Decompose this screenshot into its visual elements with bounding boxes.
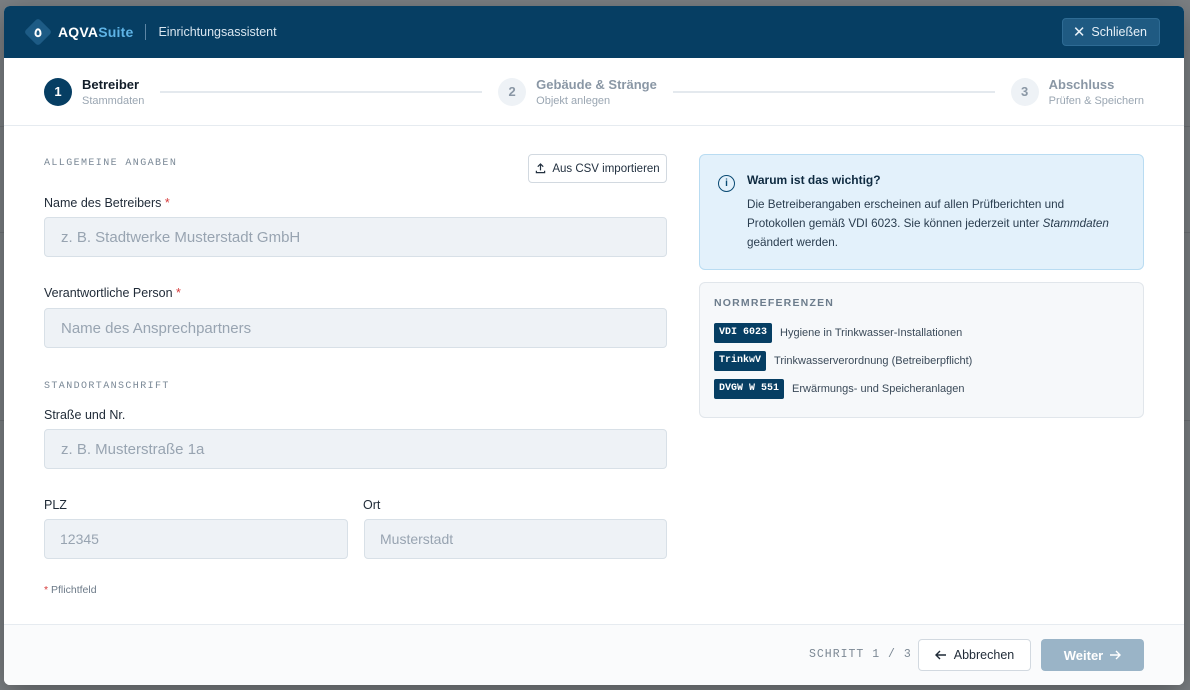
step-connector	[160, 90, 483, 93]
required-field-note: * Pflichtfeld	[44, 584, 97, 596]
required-marker: *	[176, 286, 181, 300]
norm-references-heading: NORMREFERENZEN	[714, 297, 835, 309]
brand-name-part1: AQVA	[58, 24, 99, 40]
responsible-person-placeholder: Name des Ansprechpartners	[61, 319, 252, 337]
norm-references-card: NORMREFERENZEN VDI 6023 Hygiene in Trink…	[699, 282, 1144, 418]
norm-reference-item: VDI 6023 Hygiene in Trinkwasser-Installa…	[714, 319, 1129, 347]
norm-reference-item: DVGW W 551 Erwärmungs- und Speicheranlag…	[714, 375, 1129, 403]
norm-tag: DVGW W 551	[714, 379, 785, 399]
info-text-part2: geändert werden.	[747, 236, 838, 249]
dialog-title: Einrichtungsassistent	[158, 25, 277, 39]
zip-input[interactable]: 12345	[44, 519, 348, 559]
required-marker: *	[44, 584, 49, 596]
close-icon: ✕	[1072, 23, 1086, 41]
operator-name-label: Name des Betreibers *	[44, 196, 170, 210]
dialog-body: ALLGEMEINE ANGABEN Aus CSV importieren N…	[4, 126, 1184, 624]
required-marker: *	[164, 196, 170, 210]
step-number: 3	[1010, 77, 1039, 106]
brand-name: AQVASuite	[58, 24, 133, 40]
norm-description: Hygiene in Trinkwasser-Installationen	[780, 327, 963, 339]
csv-import-label: Aus CSV importieren	[552, 162, 660, 175]
header-separator	[145, 24, 147, 40]
step-subtitle: Prüfen & Speichern	[1048, 94, 1144, 107]
wizard-stepper: 1 Betreiber Stammdaten 2 Gebäude & Strän…	[4, 58, 1184, 126]
operator-name-input[interactable]: z. B. Stadtwerke Musterstadt GmbH	[44, 217, 667, 257]
help-panel: i Warum ist das wichtig? Die Betreiberan…	[699, 154, 1144, 418]
responsible-person-label: Verantwortliche Person *	[44, 286, 181, 300]
brand-name-part2: Suite	[98, 24, 134, 40]
required-field-note-text: Pflichtfeld	[51, 584, 97, 596]
norm-reference-item: TrinkwV Trinkwasserverordnung (Betreiber…	[714, 347, 1129, 375]
dialog-footer: SCHRITT 1 / 3 Abbrechen Weiter	[4, 624, 1184, 685]
step-connector	[672, 90, 995, 93]
step-subtitle: Objekt anlegen	[536, 94, 611, 107]
step-indicator: SCHRITT 1 / 3	[809, 648, 912, 661]
street-input[interactable]: z. B. Musterstraße 1a	[44, 429, 667, 469]
step-abschluss[interactable]: 3 Abschluss Prüfen & Speichern	[1010, 76, 1144, 107]
street-placeholder: z. B. Musterstraße 1a	[61, 440, 205, 458]
cancel-button-label: Abbrechen	[953, 648, 1015, 662]
street-label: Straße und Nr.	[44, 408, 126, 422]
info-title: Warum ist das wichtig?	[747, 173, 881, 187]
next-button[interactable]: Weiter	[1041, 639, 1144, 671]
water-drop-logo-icon	[23, 17, 53, 47]
step-betreiber[interactable]: 1 Betreiber Stammdaten	[44, 77, 144, 107]
responsible-person-input[interactable]: Name des Ansprechpartners	[44, 308, 667, 348]
step-subtitle: Stammdaten	[82, 94, 145, 107]
norm-tag: VDI 6023	[714, 323, 773, 343]
step-number: 2	[498, 77, 527, 106]
step-title: Gebäude & Stränge	[536, 76, 657, 92]
info-callout: i Warum ist das wichtig? Die Betreiberan…	[699, 154, 1144, 270]
zip-label: PLZ	[44, 498, 67, 512]
norm-description: Trinkwasserverordnung (Betreiberpflicht)	[774, 355, 973, 367]
dialog-header: AQVASuite Einrichtungsassistent ✕ Schlie…	[4, 6, 1184, 58]
csv-import-button[interactable]: Aus CSV importieren	[528, 154, 667, 183]
info-icon: i	[718, 175, 735, 192]
norm-tag: TrinkwV	[714, 351, 767, 371]
zip-placeholder: 12345	[60, 531, 99, 547]
arrow-left-icon	[934, 650, 946, 660]
responsible-person-label-text: Verantwortliche Person	[44, 286, 173, 300]
step-gebaeude[interactable]: 2 Gebäude & Stränge Objekt anlegen	[498, 77, 657, 107]
info-text-emphasis: Stammdaten	[1042, 217, 1109, 230]
step-title: Betreiber	[82, 76, 140, 92]
operator-name-placeholder: z. B. Stadtwerke Musterstadt GmbH	[61, 228, 301, 246]
setup-wizard-dialog: AQVASuite Einrichtungsassistent ✕ Schlie…	[4, 6, 1184, 685]
cancel-button[interactable]: Abbrechen	[918, 639, 1031, 671]
operator-name-label-text: Name des Betreibers	[44, 196, 162, 210]
city-input[interactable]: Musterstadt	[364, 519, 667, 559]
info-text-part1: Die Betreiberangaben erscheinen auf alle…	[747, 198, 1065, 230]
upload-icon	[536, 163, 546, 174]
info-text: Die Betreiberangaben erscheinen auf alle…	[747, 195, 1125, 252]
norm-description: Erwärmungs- und Speicheranlagen	[792, 383, 965, 395]
section-heading-general: ALLGEMEINE ANGABEN	[44, 158, 178, 169]
step-title: Abschluss	[1048, 76, 1115, 92]
close-button-label: Schließen	[1091, 25, 1147, 39]
city-placeholder: Musterstadt	[380, 531, 454, 547]
section-heading-address: STANDORTANSCHRIFT	[44, 381, 170, 392]
city-label: Ort	[363, 498, 381, 512]
next-button-label: Weiter	[1063, 647, 1104, 663]
step-number: 1	[44, 77, 72, 106]
arrow-right-icon	[1110, 650, 1122, 660]
close-button[interactable]: ✕ Schließen	[1061, 18, 1160, 46]
